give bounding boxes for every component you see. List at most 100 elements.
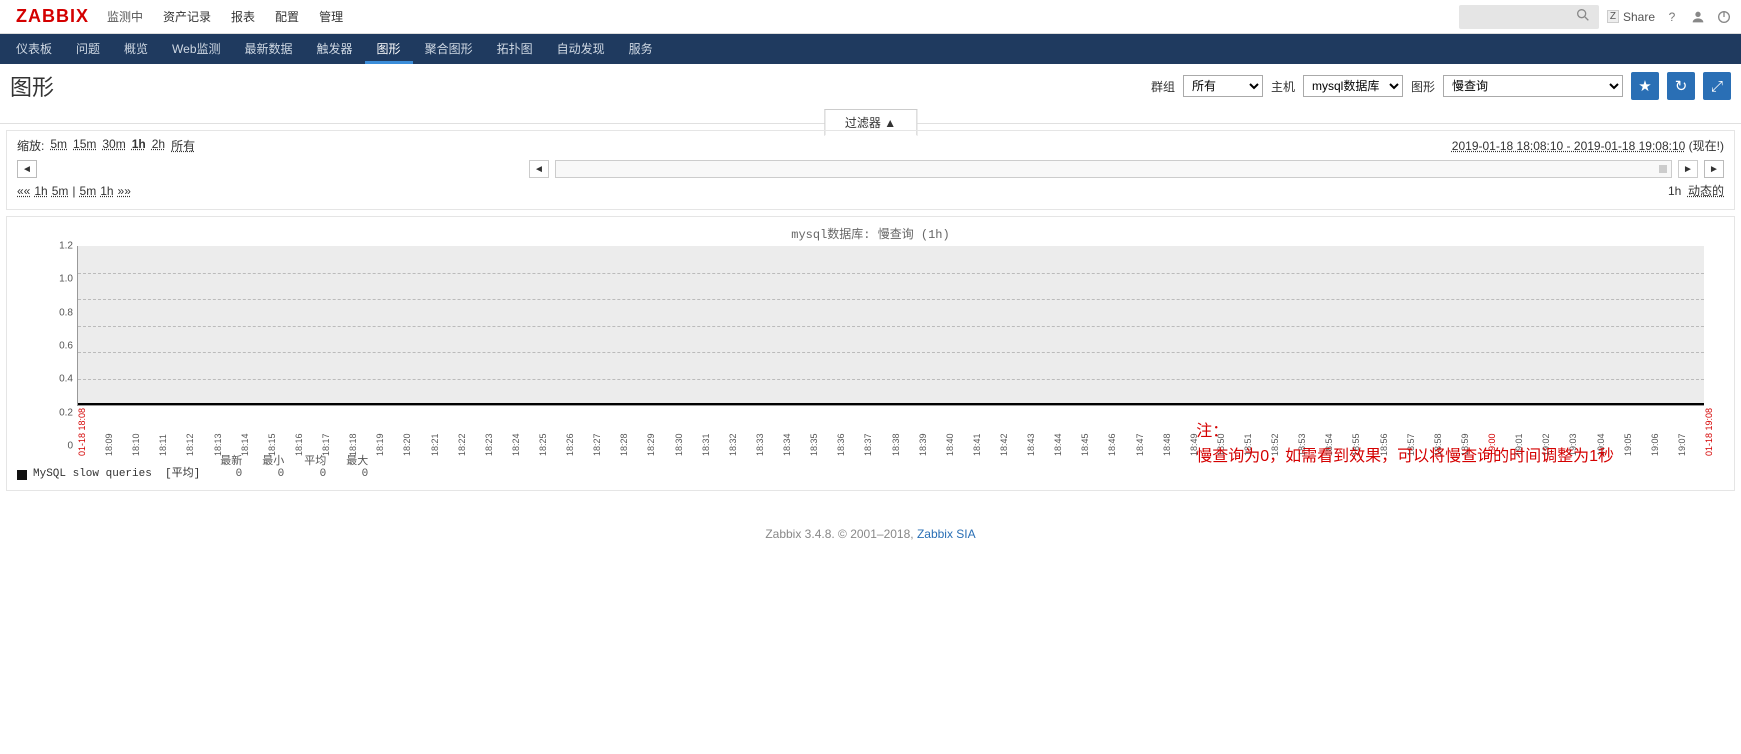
subnav-item[interactable]: 自动发现 [545,34,617,64]
topmenu-item[interactable]: 报表 [221,0,265,34]
topmenu-item[interactable]: 管理 [309,0,353,34]
subnav-item[interactable]: 最新数据 [233,34,305,64]
xtick-label: 18:16 [294,433,304,456]
xtick-label: 18:27 [592,433,602,456]
ytick-label: 1.2 [49,241,73,252]
chart-title: mysql数据库: 慢查询 (1h) [17,221,1724,246]
share-button[interactable]: Z Share [1607,10,1655,24]
subnav-item[interactable]: Web监测 [160,34,232,64]
quicknav-left[interactable]: «« [17,184,30,198]
xtick-label: 18:26 [565,433,575,456]
zoom-option[interactable]: 15m [73,137,96,154]
ytick-label: 0.4 [49,374,73,385]
scroll-left-button[interactable]: ◄ [17,160,37,178]
chart-series-line [78,403,1704,405]
xtick-label: 19:06 [1650,433,1660,456]
xtick-label: 18:39 [918,433,928,456]
xtick-label: 18:15 [267,433,277,456]
ytick-label: 0.6 [49,341,73,352]
fullscreen-button[interactable]: ⤢ [1703,72,1731,100]
quicknav-right[interactable]: »» [118,184,131,198]
legend-series-name: MySQL slow queries [33,468,152,480]
graph-select[interactable]: 慢查询 [1443,75,1623,97]
xtick-label: 18:29 [646,433,656,456]
user-icon[interactable] [1689,8,1707,26]
xtick-label: 18:17 [321,433,331,456]
footer-link[interactable]: Zabbix SIA [917,527,976,541]
slider-start-button[interactable]: ◄ [529,160,549,178]
quicknav-right[interactable]: 1h [100,184,113,198]
xtick-label: 18:09 [104,433,114,456]
zoom-option[interactable]: 所有 [171,137,195,154]
zoom-panel: 缩放: 5m15m30m1h2h所有 2019-01-18 18:08:10 -… [6,130,1735,210]
legend-agg: [平均] [165,464,200,480]
time-slider[interactable] [555,160,1672,178]
topmenu-item[interactable]: 监测中 [97,0,153,34]
title-bar: 图形 群组 所有 主机 mysql数据库 图形 慢查询 ★ ↻ ⤢ [0,64,1741,108]
xtick-label: 18:24 [511,433,521,456]
help-icon[interactable]: ? [1663,8,1681,26]
xtick-label: 18:14 [240,433,250,456]
zoom-option[interactable]: 1h [132,137,146,154]
search-input[interactable] [1459,5,1599,29]
scroll-right-button[interactable]: ► [1704,160,1724,178]
topmenu-item[interactable]: 配置 [265,0,309,34]
legend-stats: 最新 最小 平均 最大 0 0 0 0 [210,452,378,480]
group-select[interactable]: 所有 [1183,75,1263,97]
sub-nav: 仪表板问题概览Web监测最新数据触发器图形聚合图形拓扑图自动发现服务 [0,34,1741,64]
chevron-up-icon: ▲ [884,116,896,130]
host-select[interactable]: mysql数据库 [1303,75,1403,97]
quicknav-left[interactable]: 5m [52,184,69,198]
xtick-label: 18:33 [755,433,765,456]
xtick-label: 18:32 [728,433,738,456]
quick-nav: ««1h5m | 5m1h»» [17,184,131,198]
gridline [78,379,1704,380]
gridline [78,299,1704,300]
chart-area: 01-18 18:0818:0918:1018:1118:1218:1318:1… [77,246,1704,446]
logo[interactable]: ZABBIX [8,6,97,27]
xtick-label: 18:45 [1080,433,1090,456]
subnav-item[interactable]: 概览 [112,34,160,64]
xtick-label: 18:38 [891,433,901,456]
xtick-label: 18:48 [1162,433,1172,456]
xtick-label: 18:37 [863,433,873,456]
xtick-label: 18:18 [348,433,358,456]
host-label: 主机 [1271,78,1295,95]
subnav-item[interactable]: 问题 [64,34,112,64]
zoom-links: 5m 15m 30m 1h 2h 所有 [50,137,195,154]
favorite-button[interactable]: ★ [1631,72,1659,100]
subnav-item[interactable]: 图形 [365,34,413,64]
topmenu-item[interactable]: 资产记录 [153,0,221,34]
xtick-label: 18:31 [701,433,711,456]
ytick-label: 0 [49,441,73,452]
subnav-item[interactable]: 触发器 [305,34,365,64]
xtick-label: 18:21 [430,433,440,456]
xtick-label: 18:41 [972,433,982,456]
zoom-option[interactable]: 2h [152,137,165,154]
xtick-label: 18:35 [809,433,819,456]
xtick-label: 18:12 [185,433,195,456]
group-label: 群组 [1151,78,1175,95]
ytick-label: 1.0 [49,274,73,285]
subnav-item[interactable]: 拓扑图 [485,34,545,64]
quicknav-left[interactable]: 1h [34,184,47,198]
top-menu: 监测中资产记录报表配置管理 [97,0,353,34]
xtick-label: 01-18 18:08 [77,408,87,456]
slider-end-button[interactable]: ► [1678,160,1698,178]
subnav-item[interactable]: 仪表板 [4,34,64,64]
chart-panel: mysql数据库: 慢查询 (1h) 01-18 18:0818:0918:10… [6,216,1735,491]
xtick-label: 18:40 [945,433,955,456]
logout-icon[interactable] [1715,8,1733,26]
graph-label: 图形 [1411,78,1435,95]
subnav-item[interactable]: 服务 [617,34,665,64]
xtick-label: 18:46 [1107,433,1117,456]
refresh-button[interactable]: ↻ [1667,72,1695,100]
quicknav-right[interactable]: 5m [80,184,97,198]
subnav-item[interactable]: 聚合图形 [413,34,485,64]
footer: Zabbix 3.4.8. © 2001–2018, Zabbix SIA [0,497,1741,571]
zoom-time-range: 2019-01-18 18:08:10 - 2019-01-18 19:08:1… [1452,137,1724,154]
zoom-option[interactable]: 5m [50,137,67,154]
xtick-label: 18:13 [213,433,223,456]
legend-swatch [17,470,27,480]
zoom-option[interactable]: 30m [102,137,125,154]
